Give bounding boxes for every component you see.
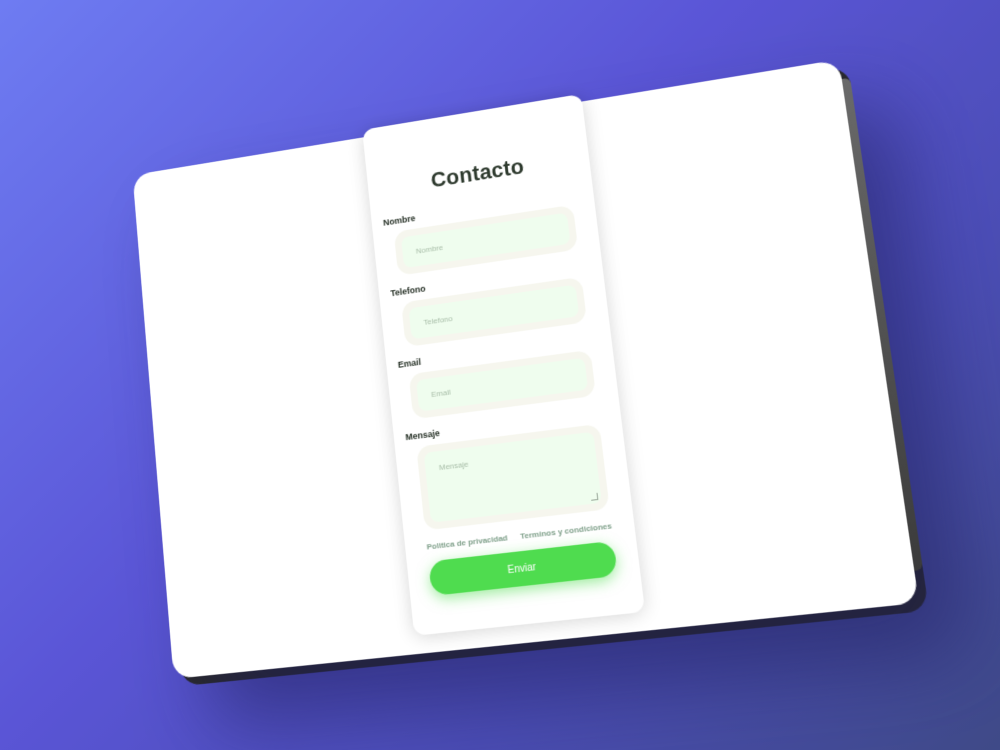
submit-button[interactable]: Enviar: [428, 540, 618, 596]
contact-form-card: Contacto Nombre Telefono Email Mensaje P…: [362, 93, 646, 636]
telefono-input[interactable]: [408, 284, 580, 340]
mensaje-textarea[interactable]: [423, 431, 602, 523]
terms-link[interactable]: Terminos y condiciones: [520, 521, 613, 541]
privacy-policy-link[interactable]: Politica de privacidad: [426, 533, 508, 551]
mockup-scene: Contacto Nombre Telefono Email Mensaje P…: [0, 0, 1000, 750]
form-title: Contacto: [429, 153, 526, 193]
resize-grip-icon[interactable]: [590, 492, 599, 501]
email-input[interactable]: [416, 357, 589, 412]
mensaje-field-wrapper: [416, 423, 610, 531]
device-edge: [841, 77, 924, 571]
device-screen: Contacto Nombre Telefono Email Mensaje P…: [132, 59, 924, 679]
